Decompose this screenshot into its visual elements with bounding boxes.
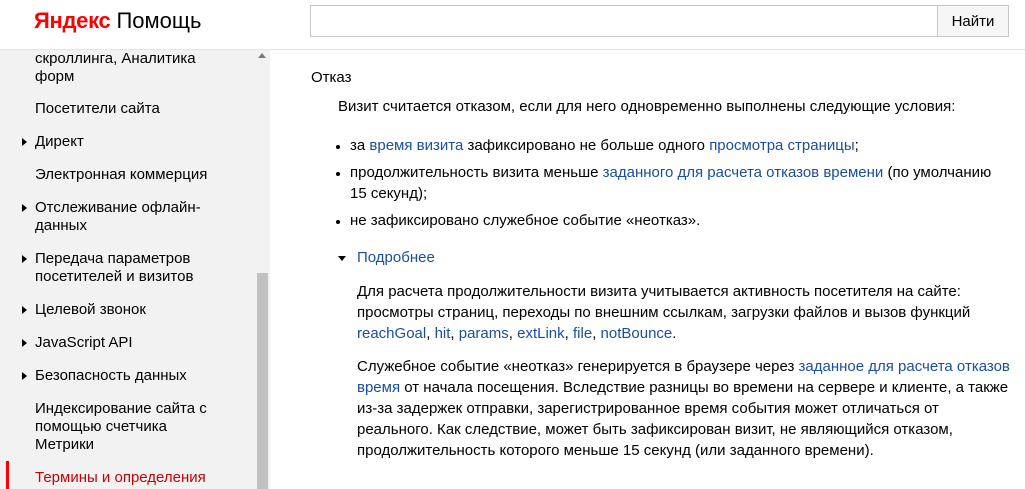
sidebar-item-label: Индексирование сайта с помощью счетчика … bbox=[35, 400, 207, 453]
sidebar-item-label: скроллинга, Аналитика форм bbox=[35, 50, 196, 85]
logo[interactable]: Яндекс Помощь bbox=[34, 7, 201, 35]
link-extlink[interactable]: extLink bbox=[517, 325, 565, 342]
bullet-item: не зафиксировано служебное событие «неот… bbox=[350, 210, 1010, 231]
sidebar-item-label: Термины и определения bbox=[35, 469, 206, 486]
sidebar-item-offline-data[interactable]: Отслеживание офлайн-данных bbox=[0, 199, 255, 237]
intro-text: Визит считается отказом, если для него о… bbox=[338, 98, 956, 115]
link-page-view[interactable]: просмотра страницы bbox=[709, 137, 854, 154]
main-content: Отказ Визит считается отказом, если для … bbox=[290, 50, 1025, 489]
link-notbounce[interactable]: notBounce bbox=[601, 325, 673, 342]
details-text: от начала посещения. Вследствие разницы … bbox=[357, 379, 1009, 459]
sidebar-item-direct[interactable]: Директ bbox=[0, 133, 255, 153]
link-bounce-time[interactable]: заданного для расчета отказов времени bbox=[603, 164, 884, 181]
sidebar-item-label: Целевой звонок bbox=[35, 301, 146, 318]
separator: , bbox=[564, 325, 573, 342]
link-hit[interactable]: hit bbox=[435, 325, 451, 342]
sidebar: скроллинга, Аналитика форм Посетители са… bbox=[0, 50, 270, 489]
details-paragraph: Служебное событие «неотказ» генерируется… bbox=[357, 356, 1012, 461]
logo-service[interactable]: Помощь bbox=[116, 8, 201, 33]
details-toggle-label[interactable]: Подробнее bbox=[357, 249, 435, 267]
sidebar-item-label: Передача параметров посетителей и визито… bbox=[35, 250, 194, 285]
link-file[interactable]: file bbox=[573, 325, 592, 342]
search-button[interactable]: Найти bbox=[937, 5, 1009, 37]
caret-down-icon bbox=[338, 256, 346, 261]
bullet-text: продолжительность визита меньше bbox=[350, 164, 603, 181]
bullet-text: не зафиксировано служебное событие «неот… bbox=[350, 212, 701, 229]
bullet-text: за bbox=[350, 137, 370, 154]
bullet-dot bbox=[336, 172, 340, 176]
sidebar-item-label: Безопасность данных bbox=[35, 367, 187, 384]
link-reachgoal[interactable]: reachGoal bbox=[357, 325, 426, 342]
sidebar-item-label: Директ bbox=[35, 133, 84, 150]
chevron-right-icon bbox=[22, 138, 27, 146]
separator: . bbox=[672, 325, 677, 342]
separator: , bbox=[450, 325, 459, 342]
sidebar-item-label: Посетители сайта bbox=[35, 100, 160, 117]
chevron-right-icon bbox=[22, 204, 27, 212]
sidebar-item-terms[interactable]: Термины и определения bbox=[0, 469, 255, 489]
bullet-item: продолжительность визита меньше заданног… bbox=[350, 162, 1010, 204]
scroll-thumb[interactable] bbox=[257, 273, 268, 489]
details-text: Служебное событие «неотказ» генерируется… bbox=[357, 358, 799, 375]
chevron-right-icon bbox=[22, 372, 27, 380]
logo-brand[interactable]: Яндекс bbox=[34, 8, 111, 33]
header: Яндекс Помощь Найти bbox=[0, 0, 1025, 50]
chevron-right-icon bbox=[22, 306, 27, 314]
separator: , bbox=[508, 325, 518, 342]
sidebar-item-visitors[interactable]: Посетители сайта bbox=[0, 100, 255, 120]
bullet-item: за время визита зафиксировано не больше … bbox=[350, 135, 1010, 156]
sidebar-item-label: JavaScript API bbox=[35, 334, 133, 351]
sidebar-item-security[interactable]: Безопасность данных bbox=[0, 367, 255, 387]
sidebar-item-js-api[interactable]: JavaScript API bbox=[0, 334, 255, 354]
link-visit-time[interactable]: время визита bbox=[369, 137, 463, 154]
sidebar-item-label: Отслеживание офлайн-данных bbox=[35, 199, 201, 234]
separator: , bbox=[592, 325, 601, 342]
details-text: Для расчета продолжительности визита учи… bbox=[357, 283, 971, 321]
separator: , bbox=[426, 325, 435, 342]
sidebar-scrollbar[interactable] bbox=[255, 50, 270, 489]
sidebar-item-ecommerce[interactable]: Электронная коммерция bbox=[0, 166, 255, 186]
chevron-right-icon bbox=[22, 255, 27, 263]
bullet-text: зафиксировано не больше одного bbox=[463, 137, 710, 154]
sidebar-item-label: Электронная коммерция bbox=[35, 166, 208, 183]
sidebar-item-indexing[interactable]: Индексирование сайта с помощью счетчика … bbox=[0, 400, 255, 456]
search-input[interactable] bbox=[310, 5, 938, 37]
details-paragraph: Для расчета продолжительности визита учи… bbox=[357, 281, 1012, 344]
bullet-dot bbox=[336, 220, 340, 224]
sidebar-item-params[interactable]: Передача параметров посетителей и визито… bbox=[0, 250, 255, 288]
sidebar-item-target-call[interactable]: Целевой звонок bbox=[0, 301, 255, 321]
link-params[interactable]: params bbox=[459, 325, 509, 342]
sidebar-item-analytics-forms[interactable]: скроллинга, Аналитика форм bbox=[0, 50, 255, 86]
section-title: Отказ bbox=[311, 69, 352, 86]
scroll-up-arrow-icon[interactable] bbox=[258, 53, 266, 58]
bullet-dot bbox=[336, 145, 340, 149]
chevron-right-icon bbox=[22, 339, 27, 347]
bullet-text: ; bbox=[854, 137, 859, 154]
